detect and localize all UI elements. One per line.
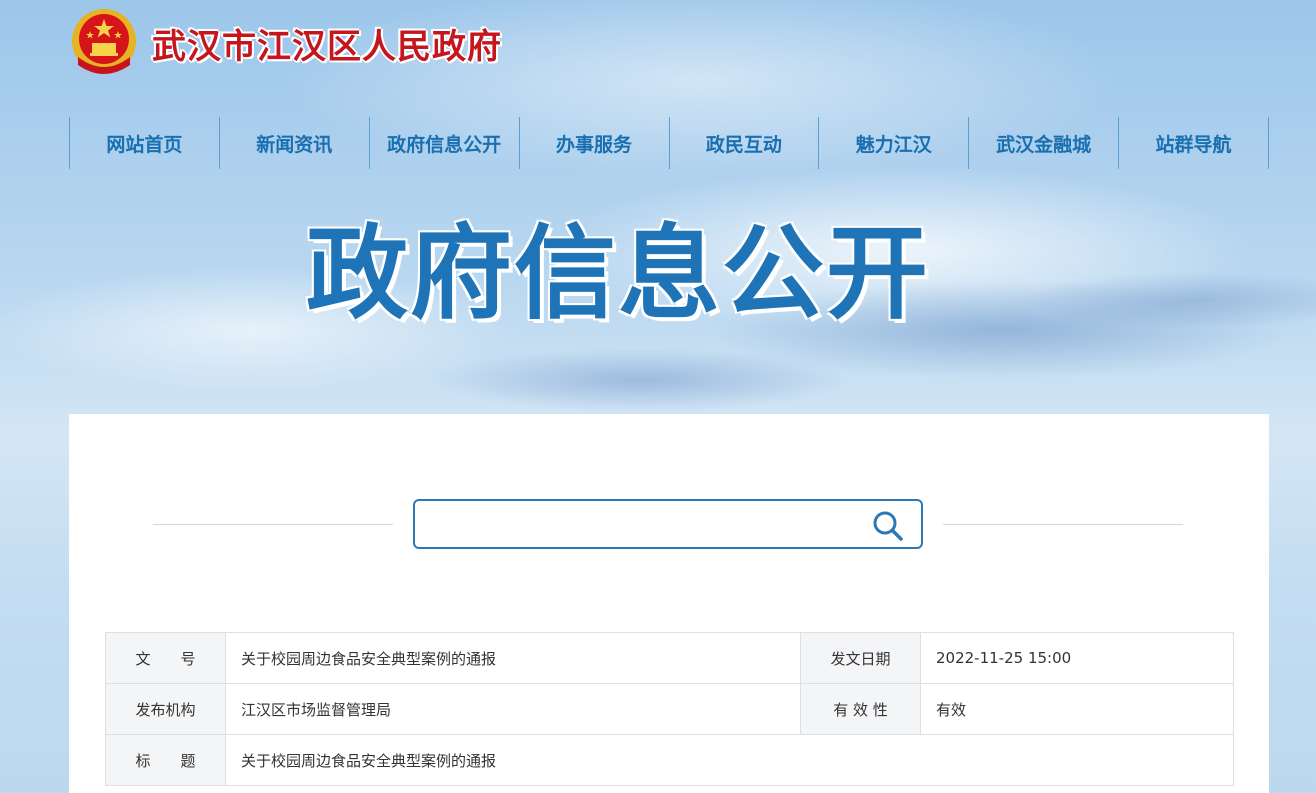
content-panel: 文 号 关于校园周边食品安全典型案例的通报 发文日期 2022-11-25 15… xyxy=(69,414,1269,793)
doc-number-value: 关于校园周边食品安全典型案例的通报 xyxy=(225,632,801,684)
issue-date-value: 2022-11-25 15:00 xyxy=(920,632,1234,684)
search-input[interactable] xyxy=(423,509,853,539)
nav-item-charm-jianghan[interactable]: 魅力江汉 xyxy=(819,117,970,169)
nav-item-services[interactable]: 办事服务 xyxy=(520,117,670,169)
issuer-value: 江汉区市场监督管理局 xyxy=(225,683,801,735)
title-value: 关于校园周边食品安全典型案例的通报 xyxy=(225,734,1234,786)
national-emblem-icon[interactable] xyxy=(70,7,138,79)
search-divider-right xyxy=(943,524,1183,525)
table-row: 发布机构 江汉区市场监督管理局 有 效 性 有效 xyxy=(105,683,1234,735)
nav-item-interaction[interactable]: 政民互动 xyxy=(670,117,820,169)
table-row: 文 号 关于校园周边食品安全典型案例的通报 发文日期 2022-11-25 15… xyxy=(105,632,1234,684)
banner-title: 政府信息公开 xyxy=(306,215,930,334)
nav-item-gov-info[interactable]: 政府信息公开 xyxy=(370,117,520,169)
issuer-label: 发布机构 xyxy=(105,683,226,735)
search-box xyxy=(413,499,923,549)
document-info-table: 文 号 关于校园周边食品安全典型案例的通报 发文日期 2022-11-25 15… xyxy=(105,632,1234,786)
search-icon[interactable] xyxy=(871,509,905,543)
nav-item-news[interactable]: 新闻资讯 xyxy=(220,117,370,169)
doc-number-label: 文 号 xyxy=(105,632,226,684)
nav-item-home[interactable]: 网站首页 xyxy=(70,117,220,169)
validity-label: 有 效 性 xyxy=(800,683,921,735)
main-nav: 网站首页 新闻资讯 政府信息公开 办事服务 政民互动 魅力江汉 武汉金融城 站群… xyxy=(69,117,1269,169)
site-title[interactable]: 武汉市江汉区人民政府 xyxy=(152,19,502,68)
nav-item-finance-city[interactable]: 武汉金融城 xyxy=(969,117,1120,169)
search-divider-left xyxy=(153,524,393,525)
title-label: 标 题 xyxy=(105,734,226,786)
site-header: 武汉市江汉区人民政府 xyxy=(70,6,502,80)
search-row xyxy=(69,499,1269,549)
validity-value: 有效 xyxy=(920,683,1234,735)
nav-item-site-group[interactable]: 站群导航 xyxy=(1119,117,1269,169)
table-row: 标 题 关于校园周边食品安全典型案例的通报 xyxy=(105,734,1234,786)
issue-date-label: 发文日期 xyxy=(800,632,921,684)
